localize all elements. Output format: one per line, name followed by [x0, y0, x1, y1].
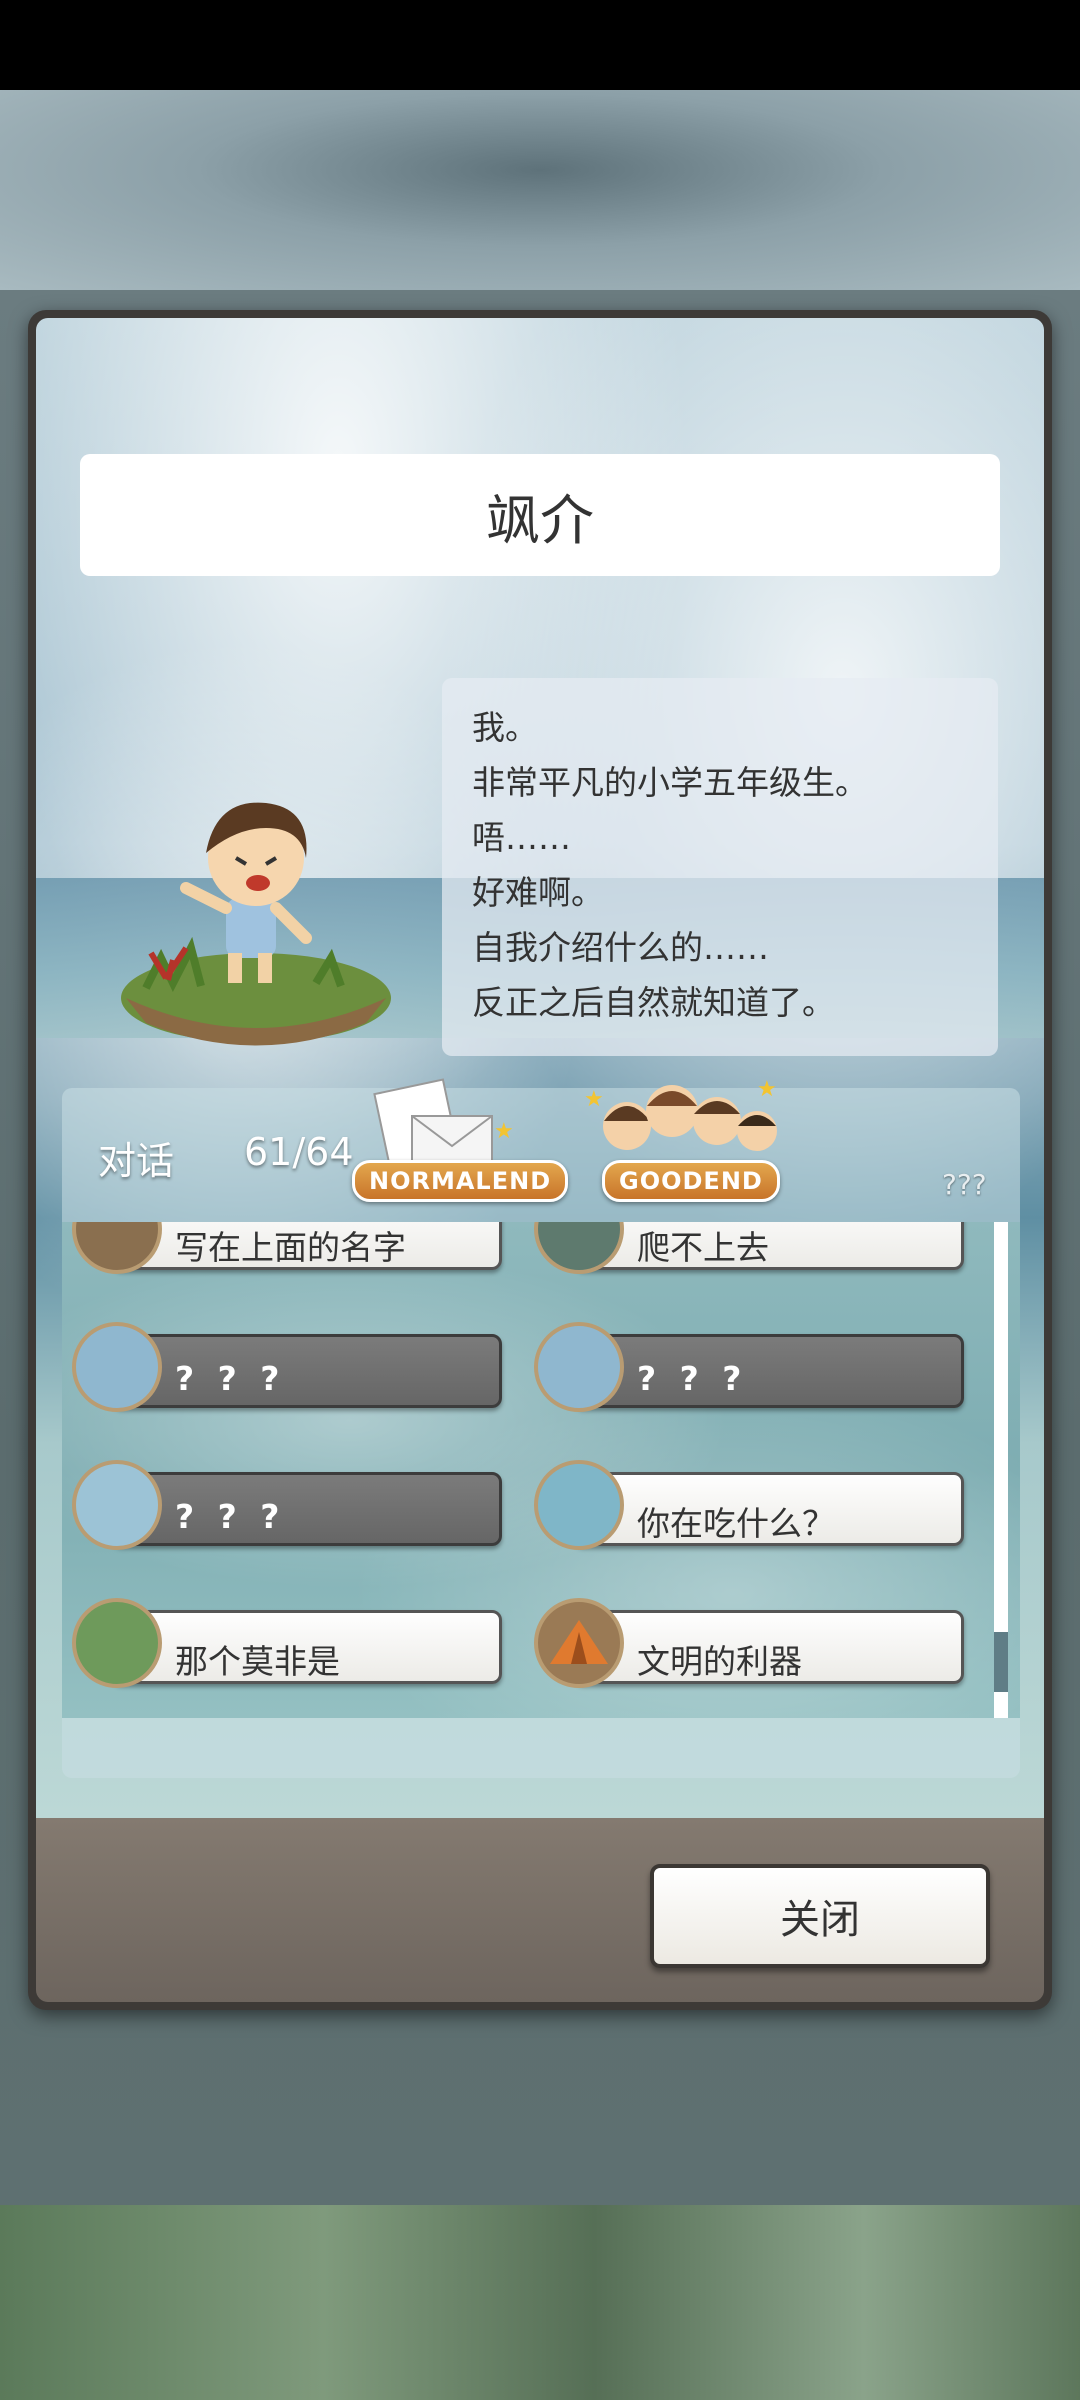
good-end-badge: GOODEND — [602, 1160, 780, 1202]
bio-line: 反正之后自然就知道了。 — [472, 983, 835, 1022]
house-icon — [72, 1322, 162, 1412]
background-forest — [0, 2205, 1080, 2400]
item-bar: 爬不上去 — [574, 1222, 964, 1270]
list-item[interactable]: 写在上面的名字 — [72, 1222, 502, 1274]
character-name: 飒介 — [80, 454, 1000, 576]
item-label: 写在上面的名字 — [175, 1228, 406, 1267]
item-bar: ? ? ? — [112, 1472, 502, 1546]
list-item[interactable]: 你在吃什么？ — [534, 1460, 964, 1550]
svg-text:★: ★ — [494, 1119, 512, 1144]
item-label: 爬不上去 — [637, 1228, 769, 1267]
bio-line: 我。 — [472, 708, 538, 747]
item-bar: 那个莫非是 — [112, 1610, 502, 1684]
character-dialog: 飒介 我。 非常平凡的小学五年级生。 唔…… 好难啊。 自我介绍什么的…… 反正… — [28, 310, 1052, 2010]
bio-line: 非常平凡的小学五年级生。 — [472, 763, 868, 802]
cabin-icon — [72, 1598, 162, 1688]
list-item[interactable]: ? ? ? — [72, 1460, 502, 1550]
item-label: ? ? ? — [175, 1497, 286, 1536]
list-scroll-thumb[interactable] — [994, 1632, 1008, 1692]
item-bar: ? ? ? — [112, 1334, 502, 1408]
normal-end-badge: NORMALEND — [352, 1160, 569, 1202]
background-sky — [0, 90, 1080, 290]
unknown-end-badge: ??? — [942, 1168, 987, 1201]
item-label: ? ? ? — [175, 1359, 286, 1398]
dialog-body: 飒介 我。 非常平凡的小学五年级生。 唔…… 好难啊。 自我介绍什么的…… 反正… — [36, 318, 1044, 2002]
dialog-list-header: 对话 61/64 ★ NORMALEND ★ ★ GOODEND ??? — [62, 1077, 1020, 1222]
character-bio: 我。 非常平凡的小学五年级生。 唔…… 好难啊。 自我介绍什么的…… 反正之后自… — [442, 678, 998, 1056]
dialog-count-value: 61/64 — [244, 1130, 354, 1174]
house-icon — [534, 1322, 624, 1412]
bio-line: 好难啊。 — [472, 873, 604, 912]
tent-icon — [534, 1598, 624, 1688]
close-button[interactable]: 关闭 — [650, 1864, 990, 1968]
svg-text:★: ★ — [584, 1087, 604, 1112]
lighthouse-icon — [72, 1460, 162, 1550]
item-bar: 你在吃什么？ — [574, 1472, 964, 1546]
list-item[interactable]: 爬不上去 — [534, 1222, 964, 1274]
item-bar: ? ? ? — [574, 1334, 964, 1408]
character-portrait — [121, 802, 391, 1046]
tent-glyph — [550, 1620, 608, 1664]
item-label: 那个莫非是 — [175, 1642, 340, 1681]
list-item[interactable]: 那个莫非是 — [72, 1598, 502, 1688]
status-bar — [0, 0, 1080, 90]
item-label: 你在吃什么？ — [637, 1504, 835, 1543]
item-label: ? ? ? — [637, 1359, 748, 1398]
list-item[interactable]: ? ? ? — [534, 1322, 964, 1412]
dialog-count-label: 对话 — [98, 1139, 175, 1183]
item-label: 文明的利器 — [637, 1642, 802, 1681]
bio-line: 唔…… — [472, 818, 571, 857]
bio-line: 自我介绍什么的…… — [472, 928, 769, 967]
item-bar: 写在上面的名字 — [112, 1222, 502, 1270]
item-bar: 文明的利器 — [574, 1610, 964, 1684]
beach-icon — [534, 1460, 624, 1550]
list-item[interactable]: ? ? ? — [72, 1322, 502, 1412]
dialog-list[interactable]: 写在上面的名字 爬不上去 ? ? ? ? ? ? ? ? ? 你在吃什么？ 那个… — [62, 1222, 1020, 1718]
list-item[interactable]: 文明的利器 — [534, 1598, 964, 1688]
list-scrollbar[interactable] — [994, 1222, 1008, 1718]
svg-text:★: ★ — [757, 1077, 777, 1102]
dialog-list-panel: 对话 61/64 ★ NORMALEND ★ ★ GOODEND ??? 写在上… — [62, 1077, 1020, 1778]
